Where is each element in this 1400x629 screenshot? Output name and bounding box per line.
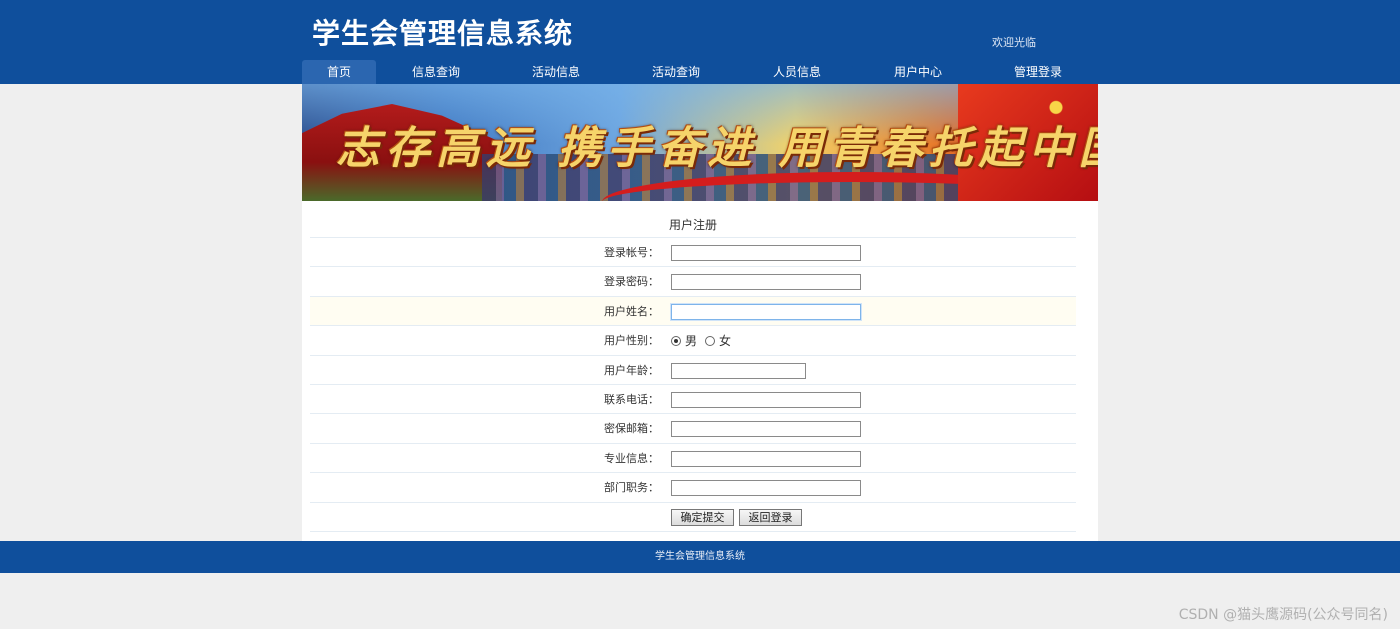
account-label: 登录帐号：	[604, 246, 659, 259]
form-row-department: 部门职务：	[310, 473, 1076, 503]
age-input[interactable]	[671, 362, 806, 379]
email-input[interactable]	[671, 421, 861, 438]
form-row-password: 登录密码：	[310, 267, 1076, 297]
phone-input[interactable]	[671, 391, 861, 408]
gender-female-label: 女	[719, 334, 732, 349]
form-actions: 确定提交 返回登录	[310, 503, 1076, 532]
watermark-text: CSDN @猫头鹰源码(公众号同名)	[1178, 607, 1388, 623]
form-title: 用户注册	[310, 209, 1076, 238]
department-input[interactable]	[671, 480, 861, 497]
nav-item-member-info[interactable]: 人员信息	[736, 60, 858, 84]
submit-button[interactable]: 确定提交	[671, 508, 734, 526]
password-label: 登录密码：	[604, 275, 659, 289]
form-row-name: 用户姓名：	[310, 296, 1076, 327]
welcome-text: 欢迎光临	[992, 36, 1036, 49]
site-title: 学生会管理信息系统	[312, 17, 574, 50]
age-label: 用户年龄：	[604, 363, 659, 377]
gender-radio-group: 男 女	[671, 326, 739, 355]
form-row-phone: 联系电话：	[310, 385, 1076, 415]
name-label: 用户姓名：	[604, 304, 659, 318]
main-content: 用户注册 登录帐号： 登录密码： 用户姓名： 用户性别： 男 女 用户年龄： 联…	[302, 201, 1098, 541]
banner-slogan: 志存高远 携手奋进 用青春托起中国梦	[336, 123, 1098, 174]
form-row-account: 登录帐号：	[310, 238, 1076, 268]
nav-item-admin-login[interactable]: 管理登录	[978, 60, 1098, 84]
nav-item-activity-query[interactable]: 活动查询	[616, 60, 736, 84]
nav-item-activity-info[interactable]: 活动信息	[496, 60, 616, 84]
gender-label: 用户性别：	[604, 334, 659, 348]
banner-image: 志存高远 携手奋进 用青春托起中国梦	[302, 84, 1098, 201]
back-to-login-button[interactable]: 返回登录	[739, 508, 802, 526]
form-row-gender: 用户性别： 男 女	[310, 326, 1076, 356]
nav-item-info-query[interactable]: 信息查询	[376, 60, 496, 84]
major-label: 专业信息：	[604, 451, 659, 465]
phone-label: 联系电话：	[604, 392, 659, 406]
gender-male-radio[interactable]	[671, 335, 681, 346]
footer-text: 学生会管理信息系统	[655, 551, 745, 562]
footer: 学生会管理信息系统	[0, 541, 1400, 573]
gender-male-label: 男	[685, 334, 698, 349]
nav-item-home[interactable]: 首页	[302, 60, 376, 84]
main-nav: 首页 信息查询 活动信息 活动查询 人员信息 用户中心 管理登录	[302, 60, 1098, 84]
gender-female-radio[interactable]	[705, 335, 716, 346]
major-input[interactable]	[671, 450, 861, 467]
form-row-age: 用户年龄：	[310, 356, 1076, 385]
name-input[interactable]	[671, 303, 861, 320]
top-header: 学生会管理信息系统 欢迎光临 首页 信息查询 活动信息 活动查询 人员信息 用户…	[0, 0, 1400, 84]
account-input[interactable]	[671, 245, 861, 261]
form-row-email: 密保邮箱：	[310, 414, 1076, 444]
form-row-major: 专业信息：	[310, 444, 1076, 474]
password-input[interactable]	[671, 274, 861, 291]
register-form: 用户注册 登录帐号： 登录密码： 用户姓名： 用户性别： 男 女 用户年龄： 联…	[310, 209, 1076, 532]
nav-item-user-center[interactable]: 用户中心	[858, 60, 978, 84]
department-label: 部门职务：	[604, 481, 659, 495]
email-label: 密保邮箱：	[604, 422, 659, 436]
